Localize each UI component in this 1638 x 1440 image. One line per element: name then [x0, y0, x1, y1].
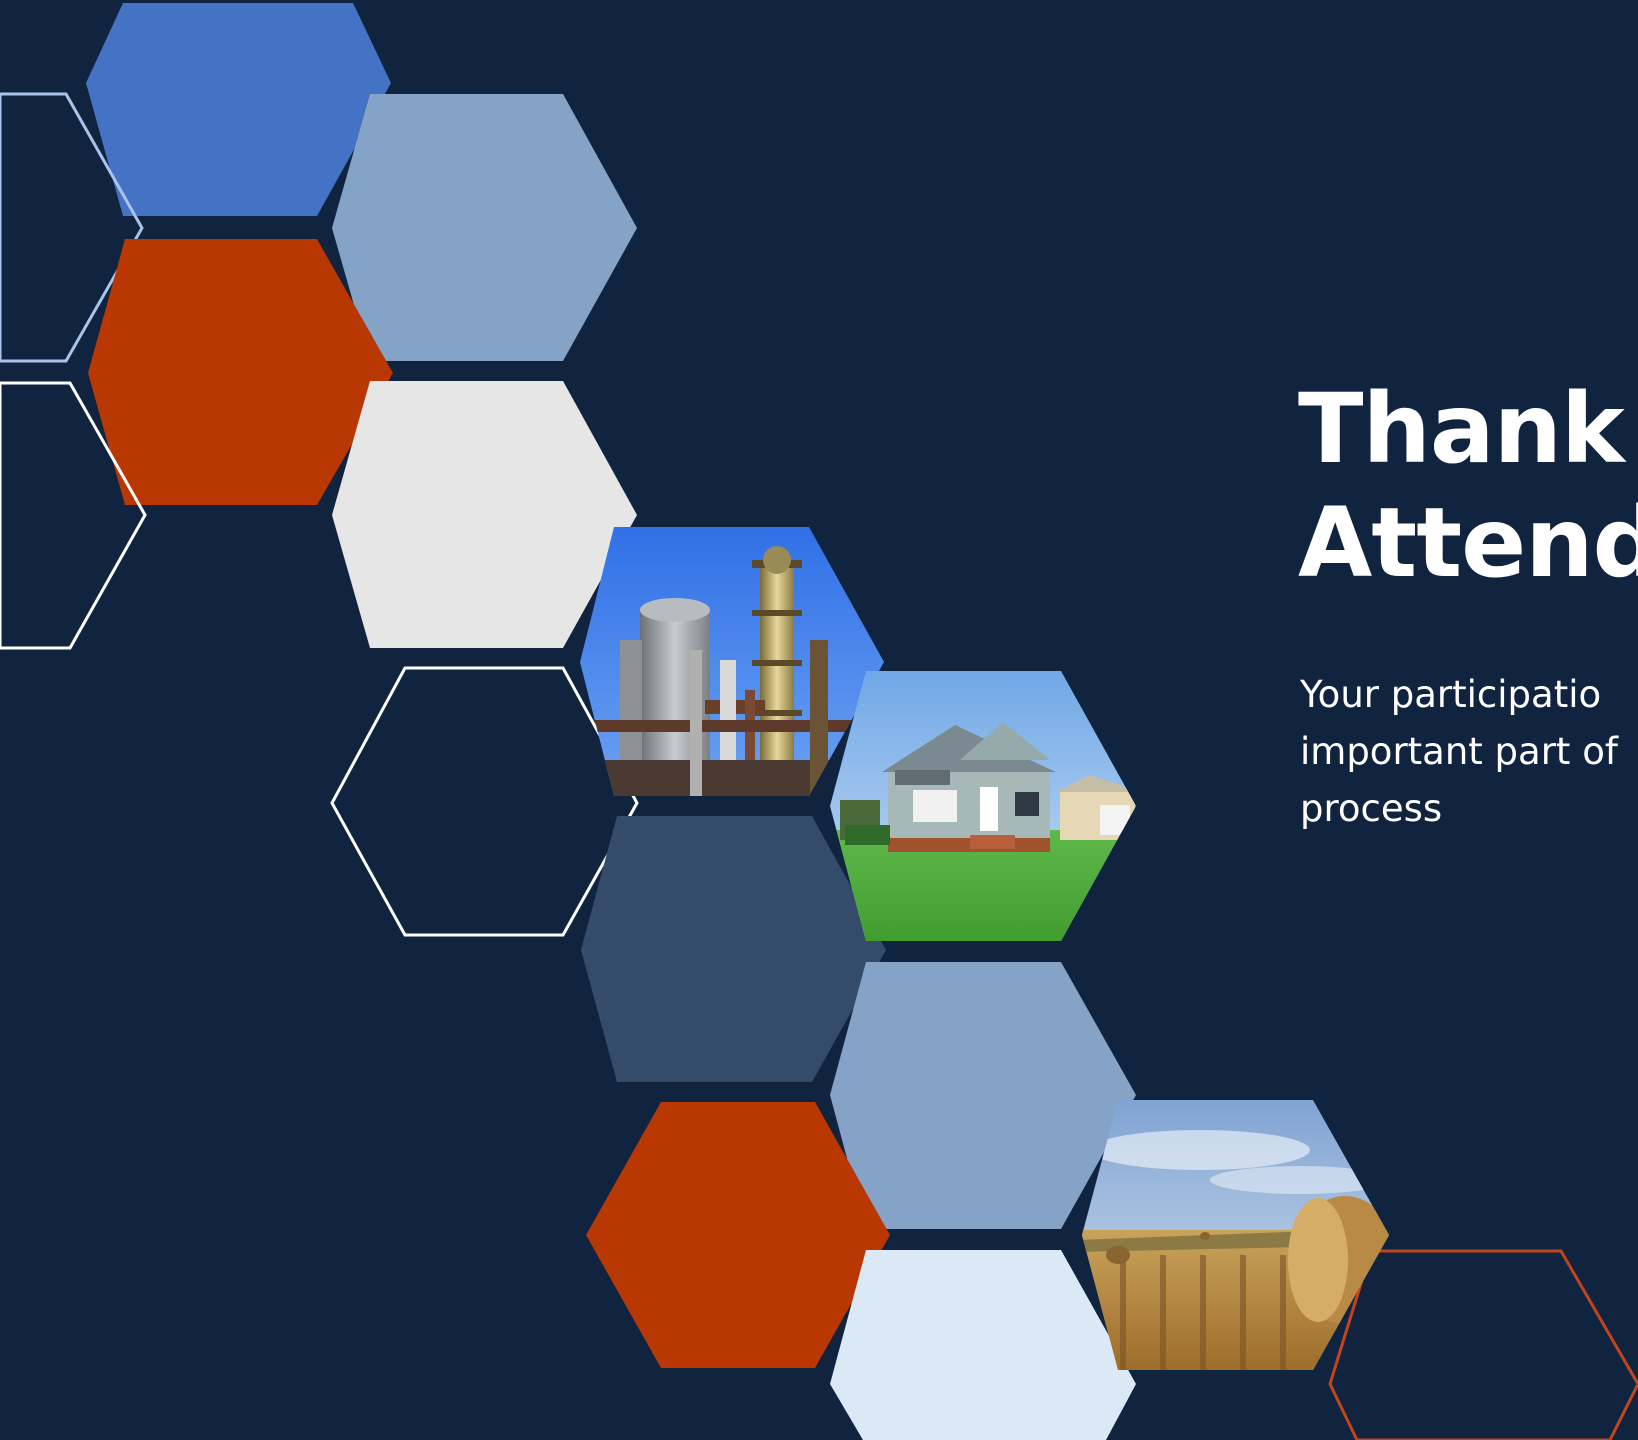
subtitle-line-2: important part of: [1300, 730, 1618, 773]
hex-pale-blue-bottom: [830, 1250, 1136, 1440]
slide-title: Thank Y Attendi: [1298, 372, 1638, 600]
hex-steel-blue-lower: [830, 962, 1136, 1229]
hex-light-gray: [332, 381, 637, 648]
thank-you-slide: Thank Y Attendi Your participatio import…: [0, 0, 1638, 1440]
farm-field-photo: [1082, 1100, 1389, 1370]
house-photo: [830, 671, 1136, 941]
title-line-1: Thank Y: [1298, 373, 1638, 485]
subtitle-line-1: Your participatio: [1300, 673, 1602, 716]
title-line-2: Attendi: [1298, 487, 1638, 599]
hex-outline-white-center: [330, 666, 639, 937]
slide-subtitle: Your participatio important part of proc…: [1300, 666, 1638, 837]
hex-slate-blue: [581, 816, 886, 1082]
subtitle-line-3: process: [1300, 787, 1443, 830]
hex-outline-orange-bottom: [1328, 1249, 1638, 1440]
hex-steel-blue-upper: [332, 94, 637, 361]
